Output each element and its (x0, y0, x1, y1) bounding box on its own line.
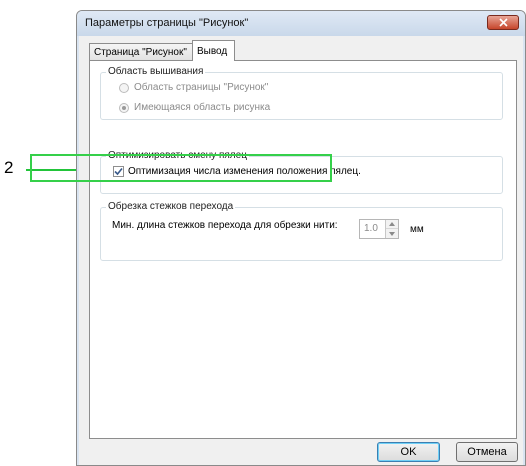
radio-button[interactable] (119, 83, 129, 93)
spin-up-icon (389, 222, 395, 226)
min-length-spinner[interactable]: 1.0 (359, 219, 399, 239)
unit-label: мм (410, 224, 424, 235)
spin-up-button[interactable] (386, 220, 398, 229)
spin-down-button[interactable] (386, 229, 398, 238)
close-button[interactable] (487, 15, 519, 30)
highlight-box (30, 154, 332, 182)
spinner-buttons (385, 220, 398, 238)
dialog-client-area: Страница "Рисунок" Вывод Область вышиван… (79, 36, 523, 465)
jump-trim-group: Обрезка стежков перехода Мин. длина стеж… (100, 201, 503, 261)
radio-button[interactable] (119, 103, 129, 113)
tab-output[interactable]: Вывод (192, 40, 235, 61)
group-legend: Область вышивания (106, 66, 206, 77)
radio-selected-dot (122, 106, 126, 110)
tab-page-drawing[interactable]: Страница "Рисунок" (89, 43, 193, 60)
spin-down-icon (389, 231, 395, 236)
close-icon (498, 18, 508, 27)
spinner-value: 1.0 (364, 223, 378, 234)
tab-label: Вывод (197, 46, 228, 57)
tab-label: Страница "Рисунок" (94, 47, 187, 58)
radio-label: Имеющаяся область рисунка (134, 102, 271, 113)
callout-number: 2 (4, 158, 14, 177)
output-tab-panel: Область вышивания Область страницы "Рису… (89, 60, 517, 439)
radio-label: Область страницы "Рисунок" (134, 82, 269, 93)
cancel-button[interactable]: Отмена (456, 442, 518, 462)
ok-button[interactable]: OK (377, 442, 440, 462)
embroidery-area-group: Область вышивания Область страницы "Рису… (100, 66, 503, 120)
title-bar: Параметры страницы "Рисунок" (77, 11, 525, 36)
min-length-label: Мин. длина стежков перехода для обрезки … (112, 220, 338, 231)
group-legend: Обрезка стежков перехода (106, 201, 236, 212)
page-settings-dialog: Параметры страницы "Рисунок" Страница "Р… (76, 10, 526, 466)
dialog-title: Параметры страницы "Рисунок" (85, 17, 249, 29)
